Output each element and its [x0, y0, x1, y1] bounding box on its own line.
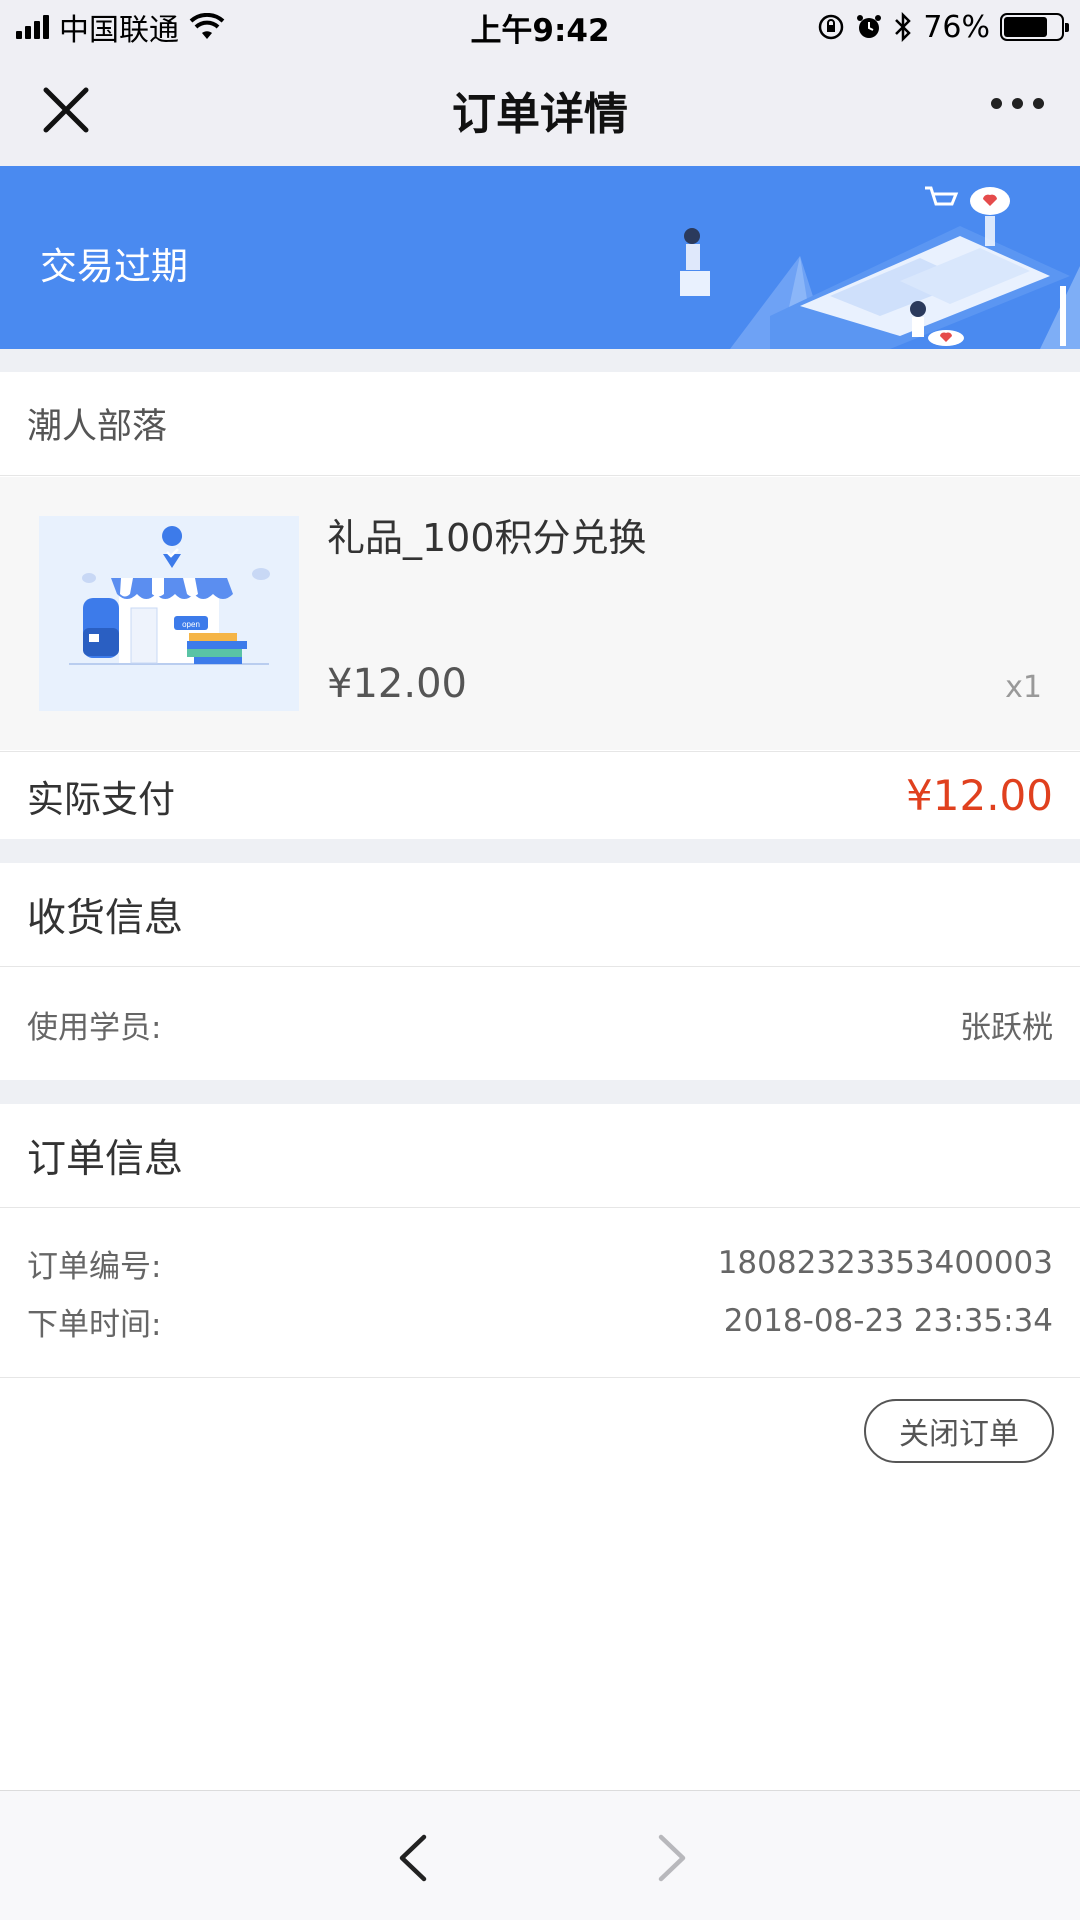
status-right: 76% — [817, 9, 1069, 45]
section-divider — [0, 1080, 1080, 1104]
order-status-text: 交易过期 — [40, 245, 188, 288]
bottom-nav-bar — [0, 1790, 1080, 1920]
back-arrow-icon[interactable] — [390, 1833, 440, 1883]
battery-percent: 76% — [923, 9, 990, 45]
banner-illustration — [680, 186, 1080, 349]
alarm-icon — [857, 15, 882, 38]
order-number-label: 订单编号: — [27, 1248, 162, 1285]
shipping-info-title: 收货信息 — [0, 863, 1080, 967]
actual-payment-label: 实际支付 — [27, 777, 175, 821]
battery-icon — [1000, 13, 1069, 41]
shop-name[interactable]: 潮人部落 — [0, 372, 1080, 476]
carrier-label: 中国联通 — [59, 13, 179, 48]
product-item[interactable]: open 礼品_100积分兑换 ¥12.00 x1 — [0, 477, 1080, 750]
status-left: 中国联通 — [16, 5, 225, 49]
order-info-title: 订单信息 — [0, 1104, 1080, 1208]
product-thumbnail: open — [39, 516, 299, 711]
product-quantity: x1 — [1005, 670, 1042, 705]
section-divider — [0, 839, 1080, 863]
wifi-icon — [189, 13, 225, 39]
signal-icon — [16, 15, 49, 39]
student-value: 张跃桄 — [960, 1009, 1053, 1046]
orientation-lock-icon — [819, 14, 844, 40]
actual-payment-amount: ¥12.00 — [906, 771, 1053, 820]
student-label: 使用学员: — [27, 1009, 162, 1046]
actual-payment-row: 实际支付 ¥12.00 — [0, 751, 1080, 839]
close-icon[interactable] — [40, 84, 92, 136]
close-order-button[interactable]: 关闭订单 — [864, 1399, 1054, 1463]
order-time-label: 下单时间: — [27, 1306, 162, 1343]
order-number-value: 18082323353400003 — [717, 1245, 1053, 1281]
page-title: 订单详情 — [452, 89, 628, 140]
nav-bar: 订单详情 — [0, 54, 1080, 166]
order-time-row: 下单时间: 2018-08-23 23:35:34 — [0, 1293, 1080, 1349]
order-time-value: 2018-08-23 23:35:34 — [723, 1303, 1053, 1339]
section-divider — [0, 349, 1080, 372]
order-number-row: 订单编号: 18082323353400003 — [0, 1235, 1080, 1291]
product-name: 礼品_100积分兑换 — [327, 516, 647, 560]
student-row: 使用学员: 张跃桄 — [0, 968, 1080, 1080]
forward-arrow-icon[interactable] — [645, 1833, 695, 1883]
svg-text:open: open — [182, 620, 200, 629]
status-bar: 中国联通 上午9:42 76% — [0, 0, 1080, 54]
divider — [0, 1377, 1080, 1378]
order-status-banner: 交易过期 — [0, 166, 1080, 349]
more-icon[interactable] — [991, 98, 1044, 109]
product-price: ¥12.00 — [327, 661, 467, 707]
bluetooth-icon — [895, 12, 912, 42]
